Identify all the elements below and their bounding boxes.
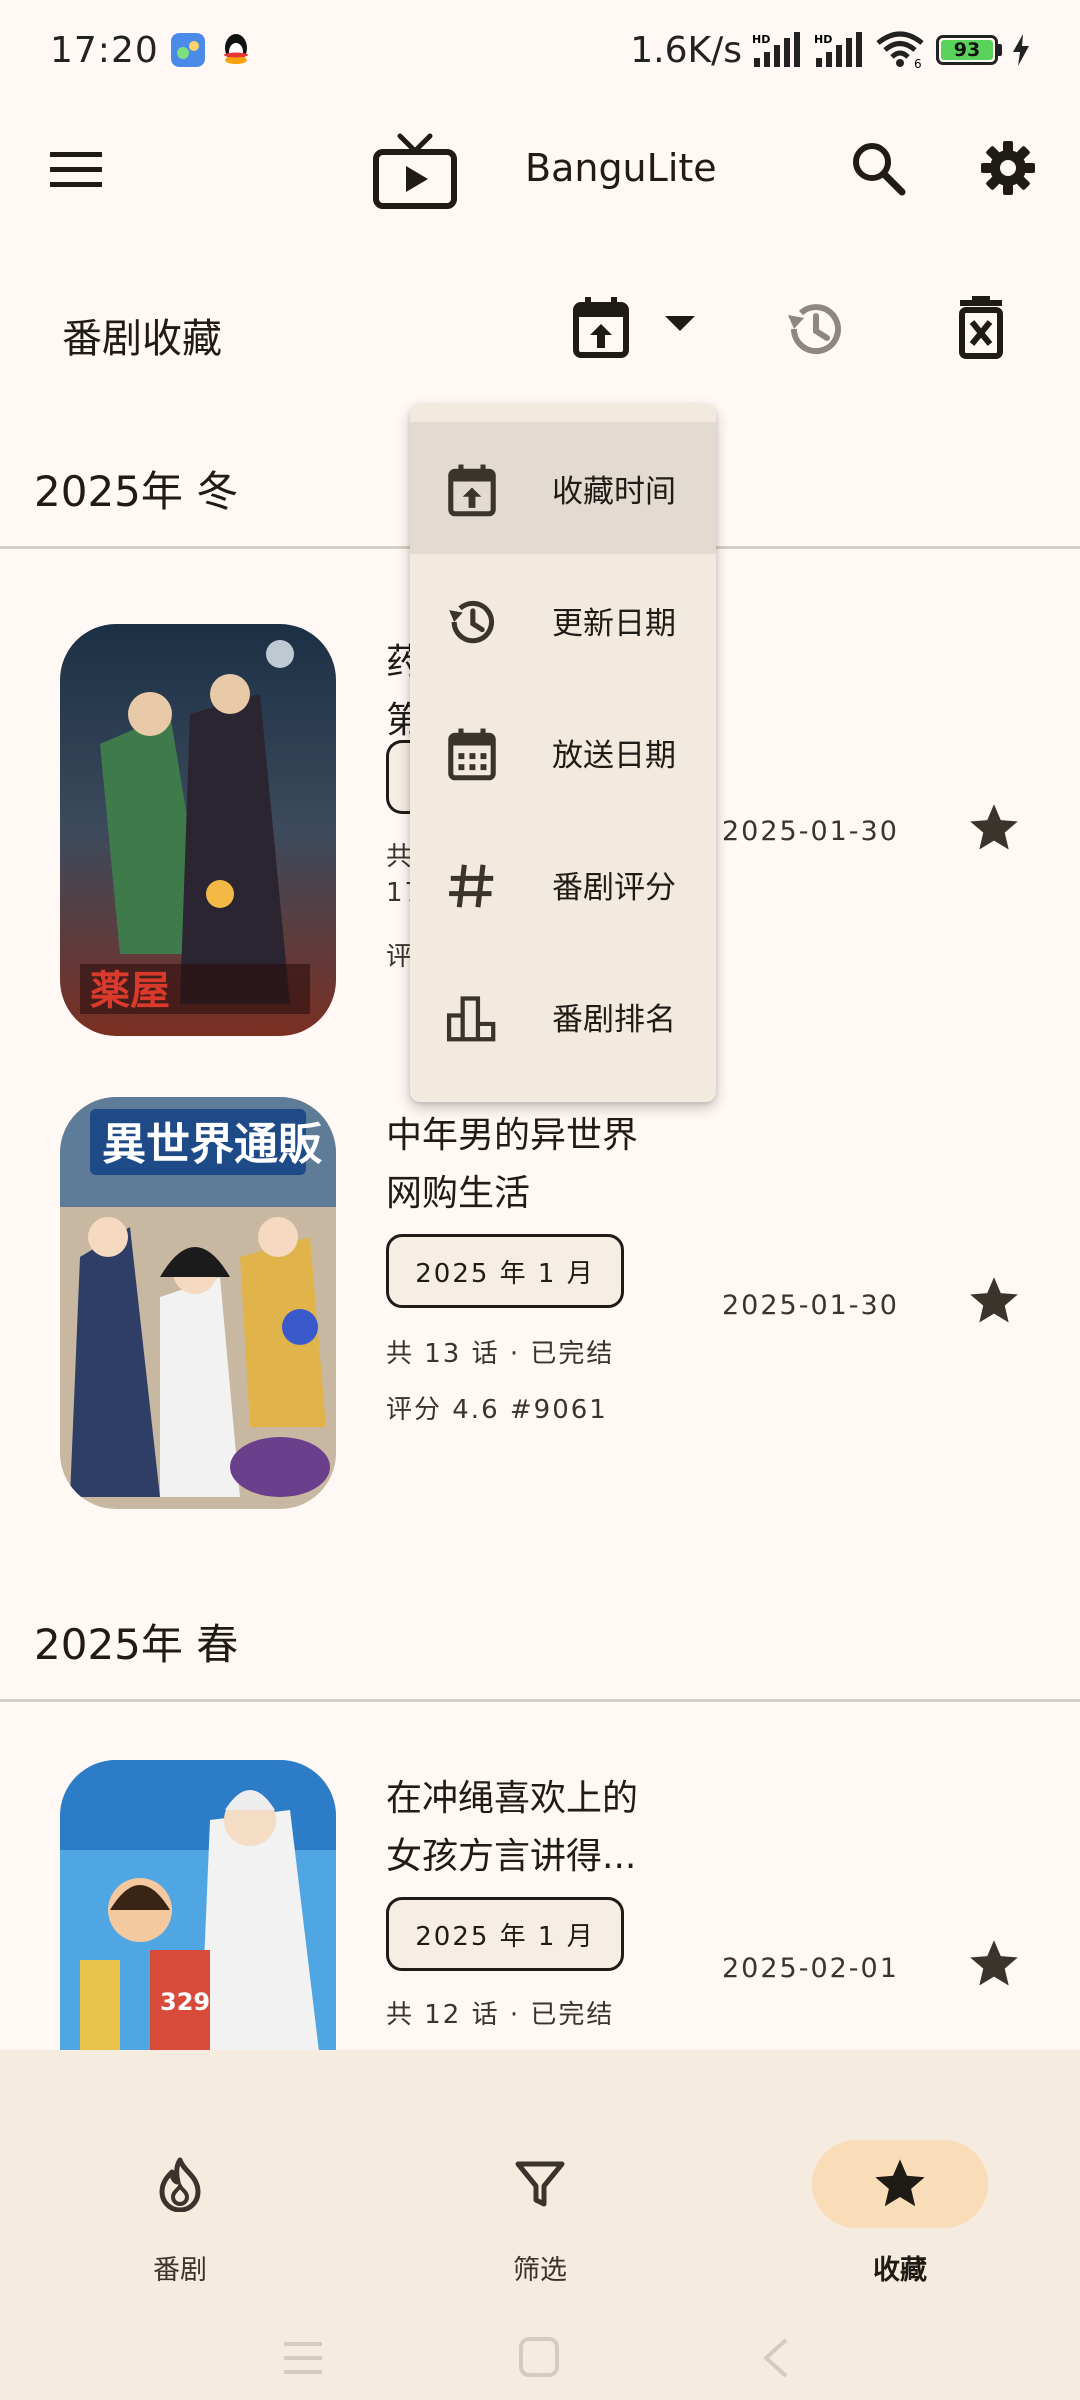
app-notification-icon — [170, 33, 205, 67]
calendar-upload-icon — [448, 464, 496, 517]
status-right: 1.6K/s HD HD 6 93 — [630, 30, 1030, 71]
sort-menu-item-label: 更新日期 — [552, 605, 676, 642]
network-speed: 1.6K/s — [630, 29, 742, 71]
hamburger-menu-icon — [50, 152, 102, 187]
episode-info: 共 12 话 · 已完结 — [386, 2000, 615, 2030]
nav-item-filter[interactable]: 筛选 — [420, 2100, 660, 2286]
hash-icon — [449, 864, 494, 908]
anime-title: 中年男的异世界 网购生活 — [386, 1115, 639, 1214]
sort-menu-item-rating[interactable]: 番剧评分 — [410, 818, 716, 950]
sort-menu-item-air-date[interactable]: 放送日期 — [410, 686, 716, 818]
battery-indicator: 93 — [936, 35, 1002, 65]
home-icon[interactable] — [518, 2336, 560, 2378]
status-time: 17:20 — [50, 29, 159, 71]
sort-menu-item-update-date[interactable]: 更新日期 — [410, 554, 716, 686]
favorite-button[interactable] — [966, 1273, 1022, 1333]
anime-cover-image: 異世界通販 — [60, 1097, 336, 1509]
app-title: BanguLite — [525, 146, 717, 190]
star-icon — [970, 1940, 1018, 1986]
sort-menu-item-label: 放送日期 — [552, 737, 676, 774]
system-navigation-bar — [0, 2320, 1080, 2400]
history-icon — [788, 304, 841, 355]
svg-text:薬屋: 薬屋 — [90, 967, 170, 1014]
calendar-upload-icon — [573, 297, 629, 358]
star-icon — [970, 1277, 1018, 1323]
sort-menu: 收藏时间 更新日期 放送日期 番剧评分 番剧排名 — [410, 404, 716, 1102]
signal-hd-icon: HD — [752, 32, 800, 67]
sort-menu-item-collect-time[interactable]: 收藏时间 — [410, 422, 716, 554]
anime-card[interactable]: 異世界通販 中年男的异世界 网购生活 2025 年 1 月 共 13 话 · 已… — [0, 1097, 1080, 1517]
status-bar: 17:20 1.6K/s HD HD 6 93 — [0, 0, 1080, 100]
nav-icon-container — [812, 2140, 988, 2228]
star-icon — [970, 804, 1018, 850]
delete-icon — [959, 296, 1003, 359]
sort-menu-item-label: 番剧排名 — [552, 1001, 676, 1038]
svg-text:HD: HD — [814, 33, 832, 46]
nav-icon-container — [452, 2140, 628, 2228]
settings-button[interactable] — [980, 140, 1036, 200]
app-bar: BanguLite — [0, 110, 1080, 230]
nav-label: 收藏 — [873, 2255, 927, 2286]
collection-toolbar: 番剧收藏 — [0, 270, 1080, 390]
anime-cover: 異世界通販 — [60, 1097, 336, 1509]
menu-button[interactable] — [40, 140, 112, 200]
nav-label: 番剧 — [153, 2255, 207, 2286]
anime-cover-image: 薬屋 — [60, 624, 336, 1036]
filter-icon — [515, 2161, 565, 2207]
rating-info: 评分 4.6 #9061 — [386, 1395, 608, 1425]
air-date-chip: 2025 年 1 月 — [386, 1234, 624, 1308]
sort-dropdown-arrow[interactable] — [665, 316, 695, 336]
season-label: 2025年 春 — [34, 1620, 239, 1669]
wifi-icon: 6 — [876, 31, 924, 69]
sort-menu-item-rank[interactable]: 番剧排名 — [410, 950, 716, 1082]
bar-chart-icon — [446, 996, 496, 1042]
svg-text:HD: HD — [752, 33, 770, 46]
battery-level: 93 — [941, 39, 993, 61]
nav-icon-container — [92, 2140, 268, 2228]
air-date-chip: 2025 年 1 月 — [386, 1897, 624, 1971]
charging-bolt-icon — [1013, 34, 1029, 66]
calendar-icon — [448, 728, 496, 781]
signal-hd-icon-2: HD — [814, 32, 862, 67]
bottom-navigation: 番剧 筛选 收藏 — [0, 2050, 1080, 2400]
sort-button[interactable] — [568, 294, 634, 364]
search-button[interactable] — [850, 140, 906, 200]
star-icon — [875, 2159, 925, 2207]
nav-label: 筛选 — [513, 2255, 567, 2286]
app-logo — [372, 132, 458, 214]
favorite-button[interactable] — [966, 1936, 1022, 1996]
anime-cover: 薬屋 — [60, 624, 336, 1036]
collect-date: 2025-02-01 — [722, 1953, 899, 1984]
svg-text:6: 6 — [914, 57, 922, 69]
anime-title: 在冲绳喜欢上的 女孩方言讲得... — [386, 1778, 639, 1877]
sort-menu-item-label: 番剧评分 — [552, 869, 676, 906]
search-icon — [853, 143, 906, 196]
tv-play-icon — [373, 133, 457, 209]
qq-penguin-icon — [223, 34, 248, 64]
collection-title: 番剧收藏 — [62, 316, 222, 362]
collect-date: 2025-01-30 — [722, 1290, 899, 1321]
delete-button[interactable] — [950, 296, 1012, 364]
favorite-button[interactable] — [966, 800, 1022, 860]
back-icon[interactable] — [758, 2336, 792, 2380]
triangle-down-icon — [665, 316, 695, 331]
season-label: 2025年 冬 — [34, 467, 239, 516]
collect-date: 2025-01-30 — [722, 816, 899, 847]
recent-apps-icon[interactable] — [282, 2340, 324, 2376]
flame-icon — [159, 2157, 201, 2212]
sort-menu-item-label: 收藏时间 — [552, 473, 676, 510]
nav-item-collection[interactable]: 收藏 — [780, 2100, 1020, 2286]
svg-text:異世界通販: 異世界通販 — [102, 1119, 323, 1170]
svg-text:329: 329 — [160, 1988, 210, 2016]
history-icon — [449, 600, 495, 644]
nav-item-anime[interactable]: 番剧 — [60, 2100, 300, 2286]
history-button[interactable] — [782, 296, 848, 366]
season-divider — [0, 1699, 1080, 1702]
episode-info: 共 13 话 · 已完结 — [386, 1339, 615, 1369]
gear-icon — [981, 141, 1035, 195]
